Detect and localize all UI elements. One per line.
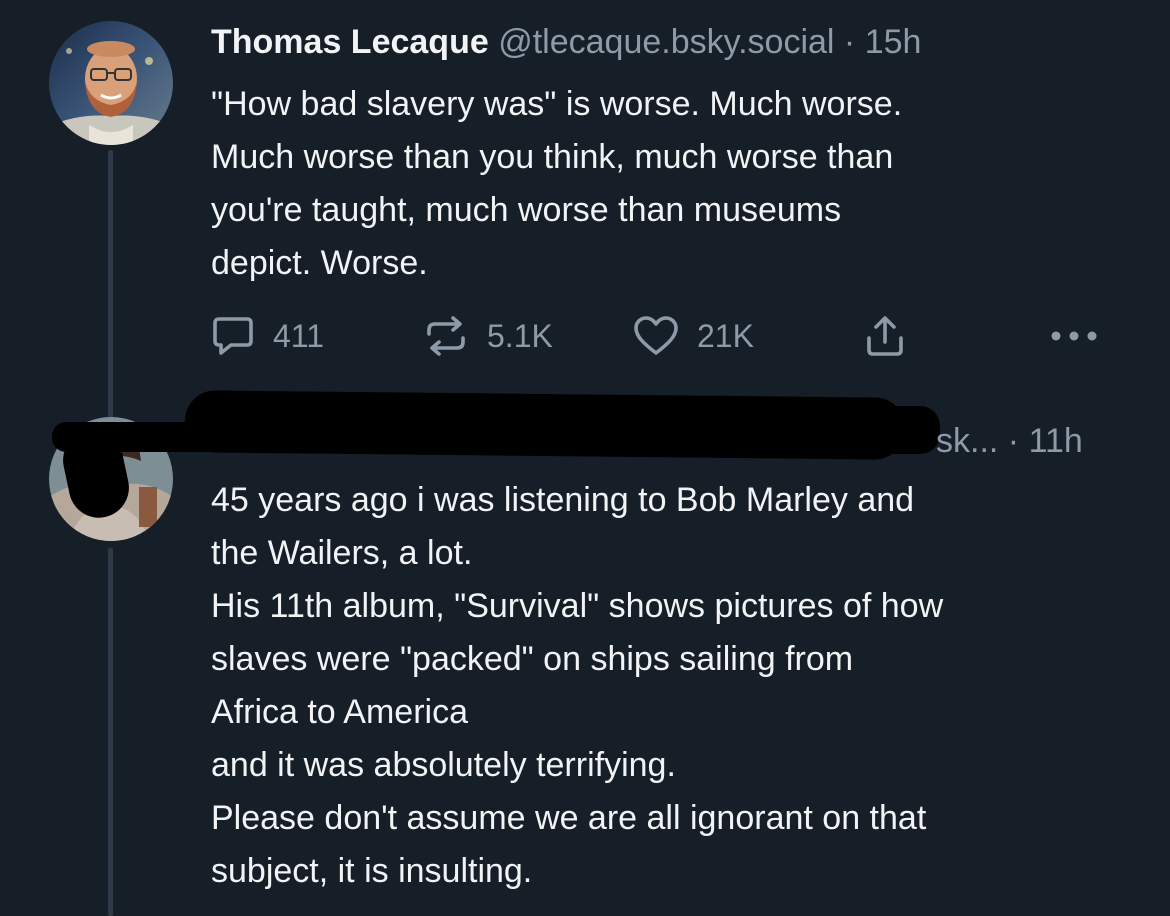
share-icon	[867, 316, 903, 356]
repost-button[interactable]: 5.1K	[423, 314, 553, 358]
repost-icon	[427, 316, 465, 356]
more-icon	[1051, 331, 1097, 341]
post-text: "How bad slavery was" is worse. Much wor…	[211, 85, 903, 282]
repost-count: 5.1K	[487, 317, 553, 354]
post-header: Thomas Lecaque @tlecaque.bsky.social · 1…	[211, 22, 921, 62]
like-count: 21K	[697, 317, 754, 354]
redacted-author-info	[600, 406, 940, 454]
like-button[interactable]: 21K	[633, 314, 754, 358]
post-text: 45 years ago i was listening to Bob Marl…	[211, 481, 944, 890]
post-actions: 411 5.1K 21K	[211, 314, 1111, 358]
author-handle-fragment[interactable]: sk...	[936, 422, 998, 460]
separator-dot: ·	[1007, 422, 1020, 460]
heart-icon	[634, 316, 678, 355]
share-button[interactable]	[863, 314, 907, 358]
author-handle[interactable]: @tlecaque.bsky.social	[498, 23, 834, 61]
separator-dot: ·	[843, 23, 856, 61]
post-header-visible: sk... · 11h	[936, 421, 1083, 461]
avatar[interactable]	[49, 21, 173, 145]
post-timestamp[interactable]: 11h	[1029, 422, 1083, 460]
reply-icon	[213, 317, 253, 355]
post-thomas-lecaque[interactable]: Thomas Lecaque @tlecaque.bsky.social · 1…	[0, 0, 1170, 400]
post-reply[interactable]: sk... · 11h 45 years ago i was listening…	[0, 390, 1170, 916]
reply-count: 411	[273, 317, 325, 354]
author-name[interactable]: Thomas Lecaque	[211, 23, 489, 61]
more-options-button[interactable]	[1049, 314, 1099, 358]
reply-button[interactable]: 411	[211, 314, 324, 358]
post-timestamp[interactable]: 15h	[865, 23, 922, 61]
